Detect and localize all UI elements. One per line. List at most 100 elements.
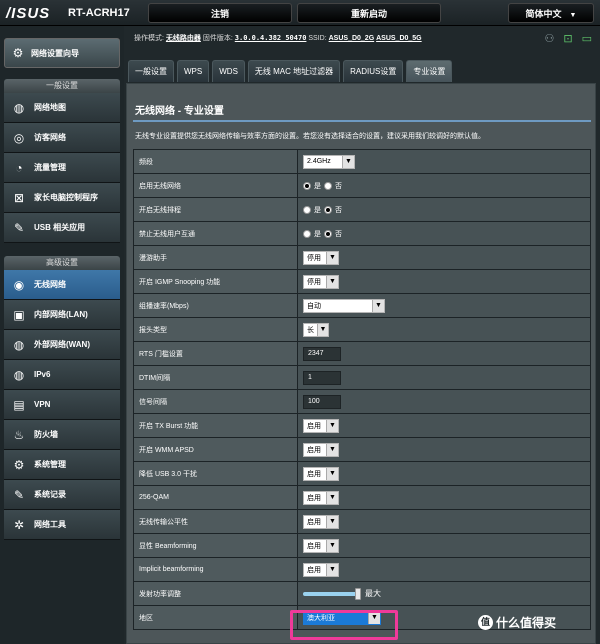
language-select[interactable]: 简体中文 ▼ [508,3,594,23]
tab-professional[interactable]: 专业设置 [406,60,453,82]
preamble-select[interactable]: 长 ▼ [303,322,329,337]
radio-schedule-yes[interactable] [303,205,311,214]
enable-radio-no[interactable] [324,181,332,190]
sidebar-item-wan[interactable]: ◍ 外部网络(WAN) [4,330,120,360]
tab-radius[interactable]: RADIUS设置 [343,60,404,82]
airtime-fairness-label: 无线传输公平性 [133,509,298,534]
tx-power-slider[interactable] [303,587,361,600]
settings-panel: 无线网络 - 专业设置 无线专业设置提供您无线网络传输与效率方面的设置。若您没有… [126,83,596,644]
rts-threshold-input[interactable]: 2347 [303,346,341,361]
usb-status-icon[interactable]: ⊡ [563,32,572,45]
enable-radio-yes[interactable] [303,181,311,190]
chevron-down-icon: ▼ [326,251,338,264]
chevron-down-icon: ▼ [317,323,328,336]
sidebar-item-usb-application[interactable]: ✎ USB 相关应用 [4,213,120,243]
usb3-interference-select[interactable]: 启用 ▼ [303,466,339,481]
implicit-bf-select[interactable]: 启用 ▼ [303,562,339,577]
sidebar-item-administration[interactable]: ⚙ 系统管理 [4,450,120,480]
table-row: 开启无线排程 是否 [133,197,591,222]
admin-gear-icon: ⚙ [13,457,25,472]
ssid-2g-link[interactable]: ASUS_D0_2G [329,35,375,42]
vpn-icon: ▤ [13,397,25,412]
multicast-rate-select[interactable]: 自动 ▼ [303,298,385,313]
table-row: 显性 Beamforming 启用 ▼ [133,533,591,558]
radio-schedule-no[interactable] [324,205,332,214]
table-row: 禁止无线用户互通 是否 [133,221,591,246]
tx-burst-select[interactable]: 启用 ▼ [303,418,339,433]
ssid-5g-link[interactable]: ASUS_D0_5G [376,35,422,42]
tx-power-label: 发射功率调整 [133,581,298,606]
wizard-icon: ⚙ [12,46,24,60]
quick-setup-button[interactable]: ⚙ 网络设置向导 [4,38,120,68]
log-icon: ✎ [13,487,25,502]
table-row: Implicit beamforming 启用 ▼ [133,557,591,582]
ipv6-globe-icon: ◍ [13,367,25,382]
advanced-settings-header: 高级设置 [4,256,120,270]
wmm-apsd-label: 开启 WMM APSD [133,437,298,462]
tx-burst-label: 开启 TX Burst 功能 [133,413,298,438]
sidebar-item-guest-network[interactable]: ◎ 访客网络 [4,123,120,153]
explicit-bf-select[interactable]: 启用 ▼ [303,538,339,553]
table-row: 开启 TX Burst 功能 启用 ▼ [133,413,591,438]
chevron-down-icon: ▼ [326,563,338,576]
wan-globe-icon: ◍ [13,337,25,352]
sidebar-item-wireless[interactable]: ◉ 无线网络 [4,270,120,300]
model-name: RT-ACRH17 [68,7,130,19]
tab-general[interactable]: 一般设置 [128,60,174,82]
clients-icon[interactable]: ⚇ [545,32,555,45]
ap-isolation-group: 是否 [303,229,585,239]
band-select[interactable]: 2.4GHz ▼ [303,154,355,169]
router-status-icon[interactable]: ▭ [582,32,592,45]
dtim-interval-input[interactable]: 1 [303,370,341,385]
chevron-down-icon: ▼ [372,299,384,312]
sidebar-item-ipv6[interactable]: ◍ IPv6 [4,360,120,390]
qam256-select[interactable]: 启用 ▼ [303,490,339,505]
firewall-icon: ♨ [13,427,25,442]
table-row: 频段 2.4GHz ▼ [133,149,591,174]
settings-table: 频段 2.4GHz ▼ 启用无线网络 是否 开启无线排程 是否 禁止无线用户互通 … [133,149,591,630]
chevron-down-icon: ▼ [326,539,338,552]
sidebar-item-vpn[interactable]: ▤ VPN [4,390,120,420]
ap-isolation-label: 禁止无线用户互通 [133,221,298,246]
sidebar-item-traffic-manager[interactable]: ◔ 流量管理 [4,153,120,183]
firmware-link[interactable]: 3.0.0.4.382_50470 [235,34,307,42]
wmm-apsd-select[interactable]: 启用 ▼ [303,442,339,457]
igmp-snooping-select[interactable]: 停用 ▼ [303,274,339,289]
ap-isolation-no[interactable] [324,229,332,238]
dtim-label: DTIM间隔 [133,365,298,390]
sidebar-item-network-tools[interactable]: ✲ 网络工具 [4,510,120,540]
airtime-fairness-select[interactable]: 启用 ▼ [303,514,339,529]
rts-label: RTS 门槛设置 [133,341,298,366]
enable-radio-group: 是否 [303,181,585,191]
tab-wps[interactable]: WPS [177,60,210,82]
sidebar-item-system-log[interactable]: ✎ 系统记录 [4,480,120,510]
table-row: RTS 门槛设置 2347 [133,341,591,366]
chevron-down-icon: ▼ [326,515,338,528]
tab-bar: 一般设置 WPS WDS 无线 MAC 地址过滤器 RADIUS设置 专业设置 [128,60,453,82]
band-label: 频段 [133,149,298,174]
region-label: 地区 [133,605,298,630]
igmp-snooping-label: 开启 IGMP Snooping 功能 [133,269,298,294]
chevron-down-icon: ▼ [342,155,354,168]
table-row: 报头类型 长 ▼ [133,317,591,342]
roaming-assistant-select[interactable]: 停用 ▼ [303,250,339,265]
table-row: 开启 WMM APSD 启用 ▼ [133,437,591,462]
operation-mode-link[interactable]: 无线路由器 [166,35,201,42]
usb3-interference-label: 降低 USB 3.0 干扰 [133,461,298,486]
ap-isolation-yes[interactable] [303,229,311,238]
sidebar-item-lan[interactable]: ▣ 内部网络(LAN) [4,300,120,330]
tab-mac-filter[interactable]: 无线 MAC 地址过滤器 [247,60,341,82]
tab-wds[interactable]: WDS [212,60,245,82]
sidebar-item-firewall[interactable]: ♨ 防火墙 [4,420,120,450]
watermark-logo-icon: 值 [478,615,493,630]
beacon-interval-input[interactable]: 100 [303,394,341,409]
qam256-label: 256-QAM [133,485,298,510]
table-row: 无线传输公平性 启用 ▼ [133,509,591,534]
globe-icon: ◍ [13,100,25,115]
reboot-button[interactable]: 重新启动 [297,3,441,23]
sidebar-item-parental-controls[interactable]: ⊠ 家长电脑控制程序 [4,183,120,213]
sidebar-item-network-map[interactable]: ◍ 网络地图 [4,93,120,123]
tx-power-slider-handle[interactable] [355,587,361,600]
logout-button[interactable]: 注销 [148,3,292,23]
page-title: 无线网络 - 专业设置 [135,106,224,117]
